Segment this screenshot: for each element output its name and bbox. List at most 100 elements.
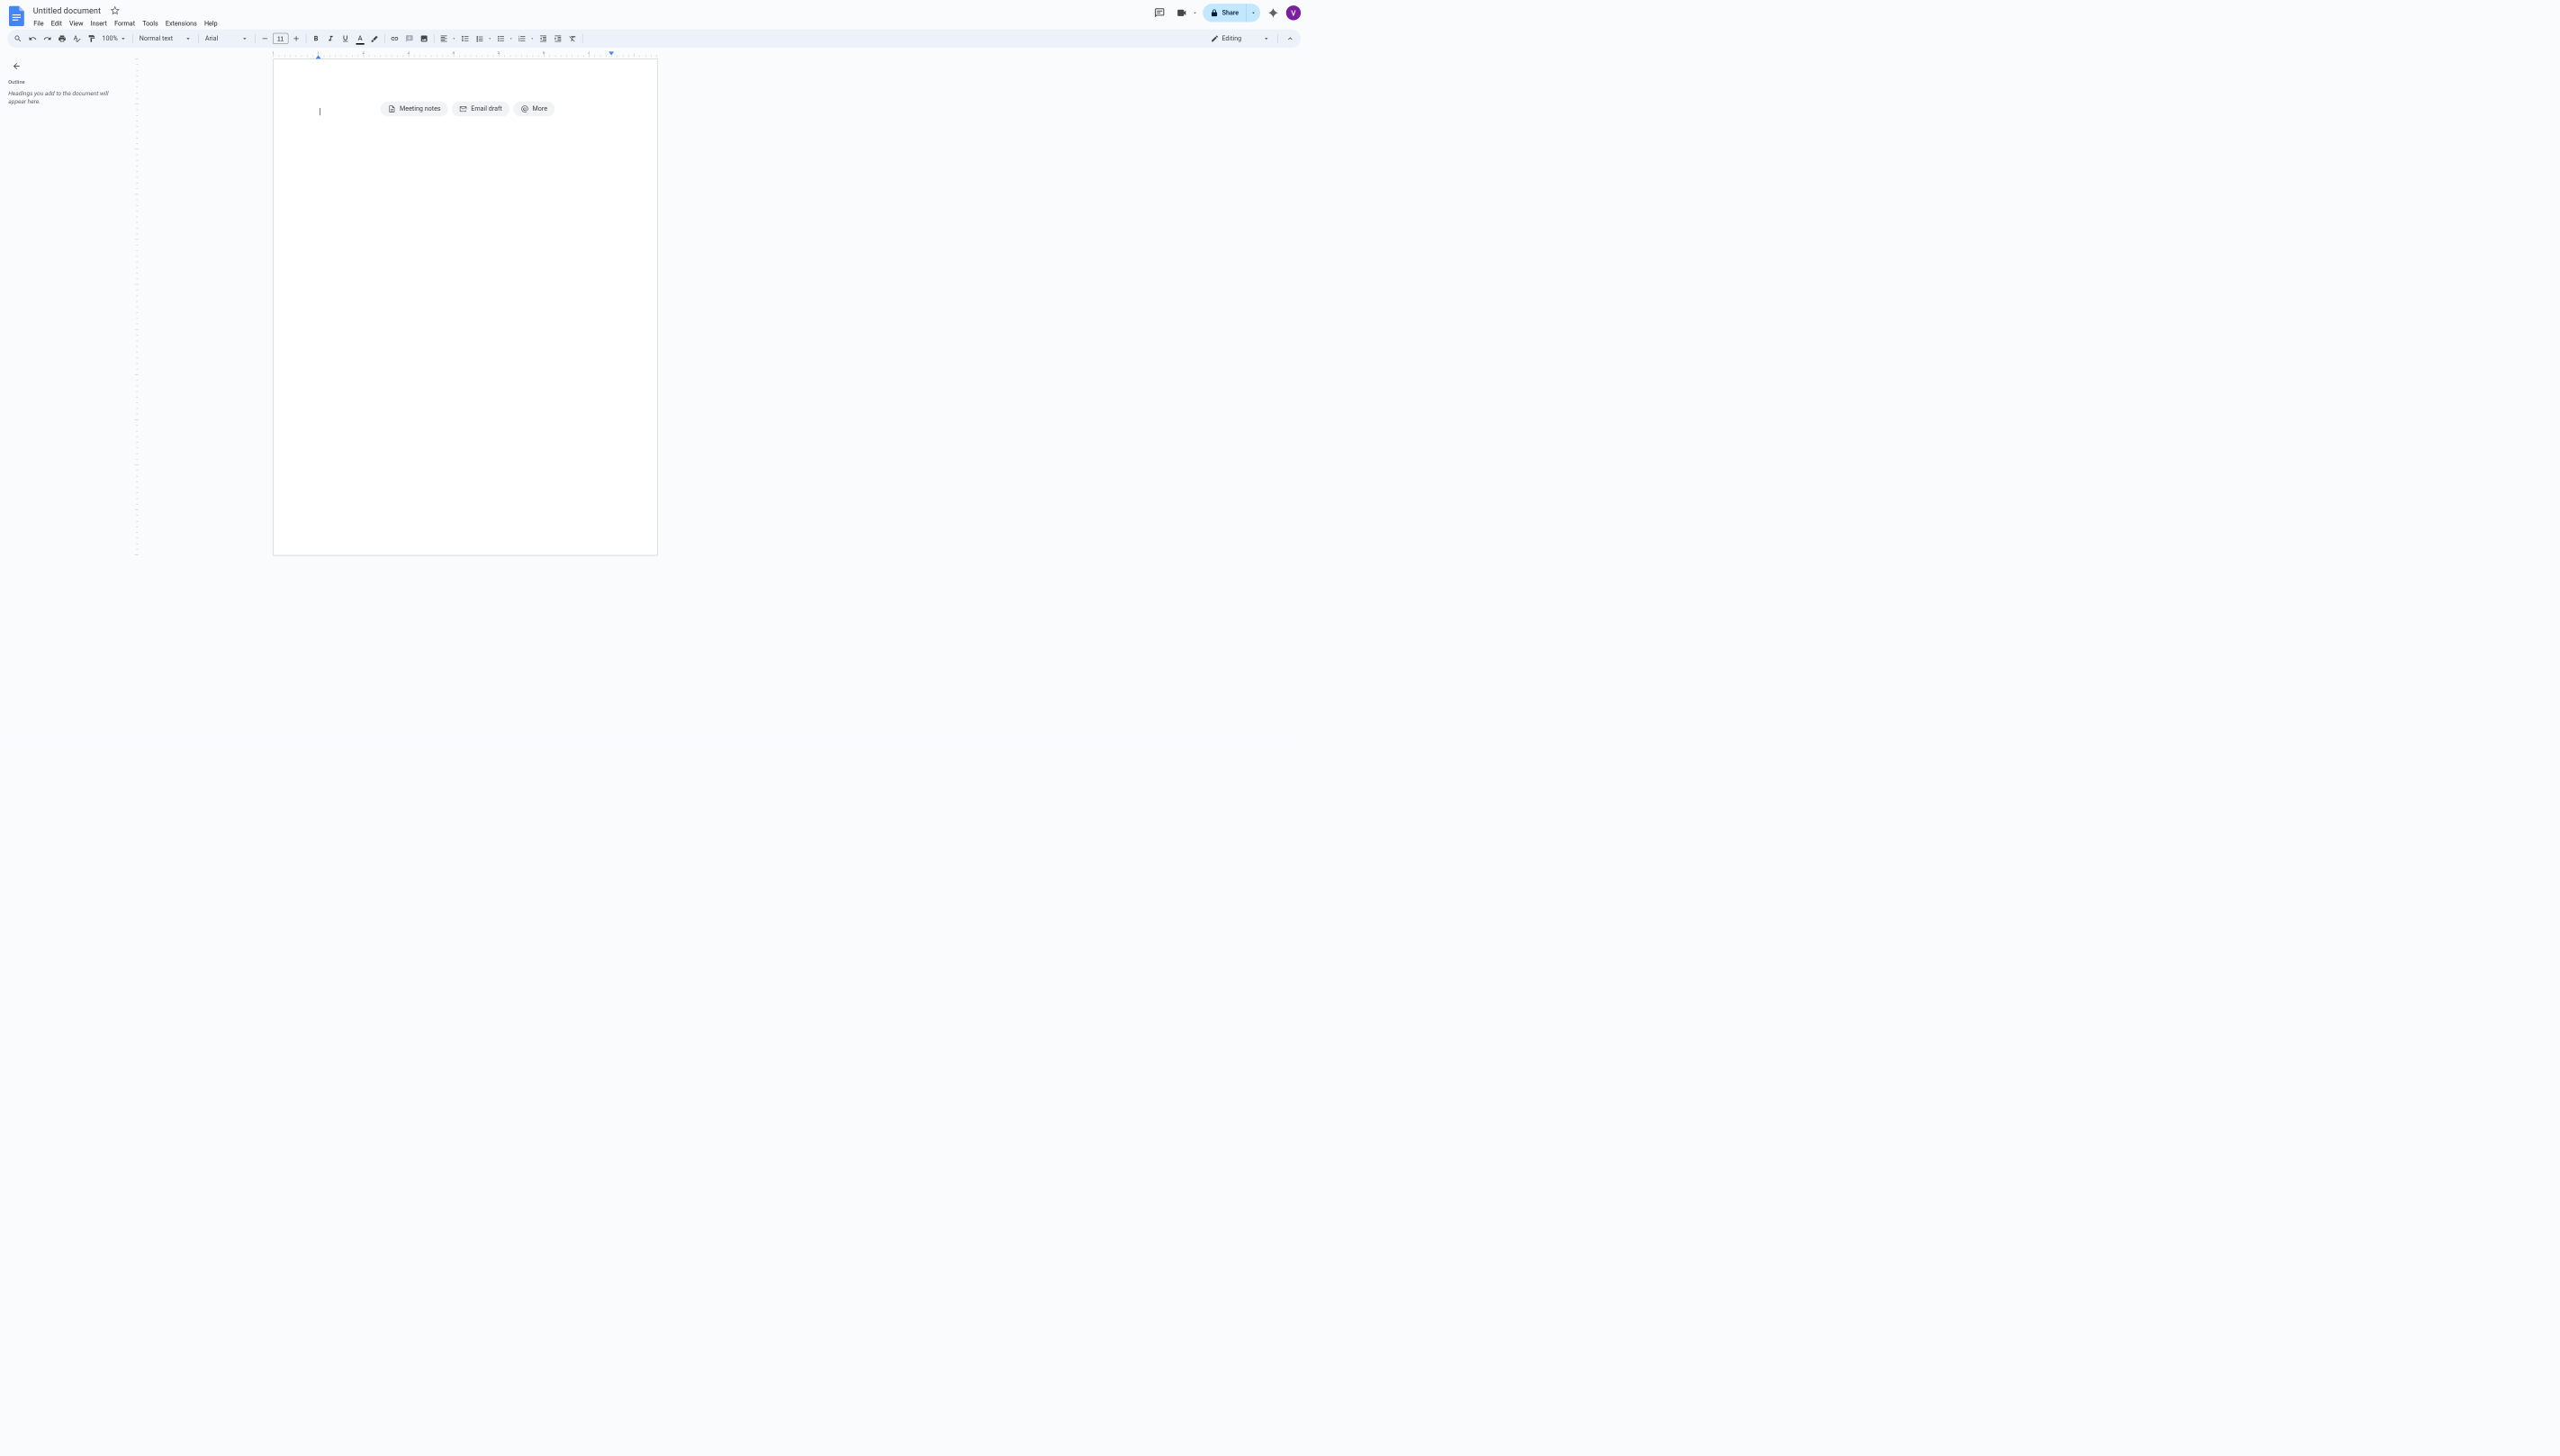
collapse-outline-button[interactable] [8, 58, 24, 74]
ruler-number: 1 [272, 51, 275, 55]
redo-button[interactable] [41, 31, 54, 45]
meet-dropdown[interactable] [1191, 10, 1199, 15]
account-avatar[interactable]: V [1286, 5, 1301, 20]
menu-extensions[interactable]: Extensions [162, 18, 200, 29]
search-menus-button[interactable] [11, 31, 24, 45]
print-icon [58, 34, 66, 42]
font-size-input[interactable] [273, 33, 288, 44]
menu-edit[interactable]: Edit [48, 18, 65, 29]
line-spacing-button[interactable] [458, 31, 472, 45]
menu-insert[interactable]: Insert [87, 18, 110, 29]
star-button[interactable] [108, 4, 122, 17]
ruler-number: 2 [362, 51, 365, 55]
document-title[interactable]: Untitled document [31, 4, 104, 16]
underline-button[interactable] [338, 31, 352, 45]
redo-icon [43, 34, 51, 42]
outline-title: Outline [8, 79, 125, 85]
align-button[interactable] [437, 31, 450, 45]
toolbar-divider [306, 34, 307, 43]
caret-down-icon [509, 36, 513, 40]
caret-down-icon [1192, 10, 1197, 15]
chip-meeting-notes[interactable]: Meeting notes [381, 102, 448, 116]
caret-down-icon [120, 35, 127, 42]
zoom-dropdown[interactable]: 100% [99, 35, 130, 42]
italic-button[interactable] [324, 31, 338, 45]
decrease-font-size-button[interactable] [258, 31, 272, 45]
comment-icon [1154, 7, 1165, 18]
video-camera-icon [1176, 7, 1187, 18]
share-button-group: Share [1203, 4, 1260, 22]
clear-format-icon [569, 34, 577, 42]
undo-button[interactable] [26, 31, 40, 45]
docbar: Untitled document File Edit View Insert … [0, 0, 1308, 28]
insert-link-button[interactable] [388, 31, 401, 45]
align-left-icon [439, 34, 447, 42]
vertical-ruler[interactable] [133, 58, 140, 735]
print-button[interactable] [55, 31, 68, 45]
paint-format-button[interactable] [85, 31, 98, 45]
paragraph-style-value: Normal text [140, 35, 183, 42]
bulleted-list-icon [497, 34, 505, 42]
highlight-color-button[interactable] [368, 31, 382, 45]
font-family-value: Arial [205, 35, 239, 42]
menu-view[interactable]: View [66, 18, 86, 29]
menu-tools[interactable]: Tools [140, 18, 162, 29]
chip-label: Email draft [471, 105, 502, 112]
clear-formatting-button[interactable] [565, 31, 579, 45]
gemini-button[interactable] [1264, 4, 1282, 22]
spellcheck-button[interactable] [70, 31, 84, 45]
insert-image-button[interactable] [417, 31, 430, 45]
text-color-button[interactable] [353, 31, 366, 45]
decrease-indent-button[interactable] [536, 31, 550, 45]
chip-email-draft[interactable]: Email draft [452, 102, 509, 116]
bold-button[interactable] [309, 31, 322, 45]
pencil-icon [1211, 34, 1219, 42]
caret-down-icon [1263, 35, 1270, 42]
checklist-dropdown[interactable] [487, 31, 493, 45]
caret-down-icon [185, 35, 192, 42]
menubar: File Edit View Insert Format Tools Exten… [31, 18, 221, 29]
chevron-up-icon [1286, 34, 1294, 42]
font-family-dropdown[interactable]: Arial [202, 35, 252, 42]
menu-file[interactable]: File [31, 18, 47, 29]
collapse-toolbar-button[interactable] [1284, 31, 1297, 45]
horizontal-ruler[interactable]: 11234567 [133, 51, 1308, 58]
minus-icon [261, 34, 269, 42]
spark-icon [1267, 7, 1279, 19]
document-icon [388, 105, 396, 113]
increase-font-size-button[interactable] [289, 31, 302, 45]
numbered-list-button[interactable] [515, 31, 528, 45]
caret-down-icon [241, 35, 248, 42]
align-dropdown[interactable] [451, 31, 457, 45]
docs-logo[interactable] [7, 4, 25, 29]
document-area: 11234567 Meeting notes Email draft More [133, 51, 1308, 735]
bulleted-list-button[interactable] [494, 31, 508, 45]
share-dropdown[interactable] [1247, 4, 1260, 22]
right-indent-marker[interactable] [608, 51, 614, 55]
lock-icon [1210, 9, 1218, 17]
chip-more[interactable]: More [513, 102, 554, 116]
add-comment-button[interactable] [402, 31, 416, 45]
ruler-number: 3 [407, 51, 410, 55]
outline-empty-hint: Headings you add to the document will ap… [8, 90, 125, 107]
email-icon [459, 105, 467, 113]
bulleted-list-dropdown[interactable] [508, 31, 514, 45]
comment-history-button[interactable] [1150, 4, 1168, 22]
share-button[interactable]: Share [1203, 4, 1246, 22]
undo-icon [29, 34, 37, 42]
increase-indent-button[interactable] [551, 31, 564, 45]
menu-format[interactable]: Format [112, 18, 139, 29]
document-page[interactable]: Meeting notes Email draft More [274, 58, 658, 555]
arrow-left-icon [12, 61, 21, 70]
toolbar-divider [1277, 34, 1278, 43]
numbered-list-dropdown[interactable] [529, 31, 536, 45]
zoom-value: 100% [102, 35, 117, 42]
editing-mode-dropdown[interactable]: Editing [1206, 34, 1275, 42]
image-icon [419, 34, 428, 42]
paragraph-style-dropdown[interactable]: Normal text [136, 35, 195, 42]
caret-down-icon [488, 36, 492, 40]
toolbar-divider [132, 34, 133, 43]
meet-button[interactable] [1172, 4, 1190, 22]
menu-help[interactable]: Help [201, 18, 221, 29]
checklist-button[interactable] [473, 31, 486, 45]
